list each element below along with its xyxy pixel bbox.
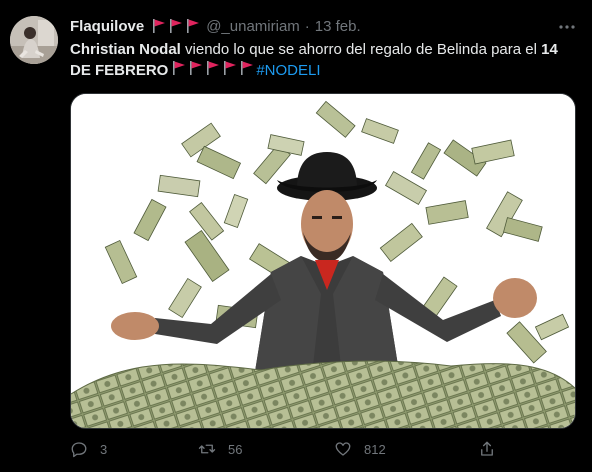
header-separator: · <box>304 17 310 35</box>
retweet-icon <box>198 444 216 454</box>
share-icon <box>481 441 493 456</box>
red-flag-icon <box>224 61 237 75</box>
red-flag-icon <box>241 61 254 75</box>
like-button[interactable]: 812 <box>334 440 386 458</box>
share-button[interactable] <box>478 440 496 458</box>
red-flag-icon <box>190 61 203 75</box>
reply-button[interactable]: 3 <box>70 440 107 458</box>
tweet[interactable]: Flaquilove @_unamiriam · 13 feb. Christi… <box>0 0 592 472</box>
red-flag-icon <box>187 19 200 33</box>
tweet-text-body: viendo lo que se ahorro del regalo de Be… <box>180 41 542 58</box>
red-flag-icon <box>207 61 220 75</box>
red-flag-icon <box>170 19 183 33</box>
user-handle[interactable]: @_unamiriam <box>206 18 300 35</box>
display-name[interactable]: Flaquilove <box>70 18 144 35</box>
tweet-actions: 3 56 812 <box>70 440 576 462</box>
tweet-text: Christian Nodal viendo lo que se ahorro … <box>70 40 580 81</box>
retweet-count: 56 <box>228 441 243 457</box>
hashtag-link[interactable]: #NODELI <box>256 62 320 79</box>
tweet-image[interactable] <box>70 93 576 429</box>
red-flag-icon <box>153 19 166 33</box>
tweet-date[interactable]: 13 feb. <box>315 18 361 35</box>
name-flags <box>152 18 200 34</box>
text-flags <box>172 60 254 76</box>
like-count: 812 <box>364 441 386 457</box>
money-meme-image <box>71 94 575 428</box>
mention-bold-name: Christian Nodal <box>70 41 181 58</box>
avatar[interactable] <box>10 16 58 64</box>
retweet-button[interactable]: 56 <box>198 440 242 458</box>
reply-icon <box>71 442 87 458</box>
reply-count: 3 <box>100 441 108 457</box>
heart-icon <box>335 442 351 456</box>
red-flag-icon <box>173 61 186 75</box>
avatar-photo <box>10 16 58 64</box>
tweet-header: Flaquilove @_unamiriam · 13 feb. <box>70 16 361 36</box>
more-button[interactable] <box>556 16 578 38</box>
more-icon <box>559 25 575 29</box>
